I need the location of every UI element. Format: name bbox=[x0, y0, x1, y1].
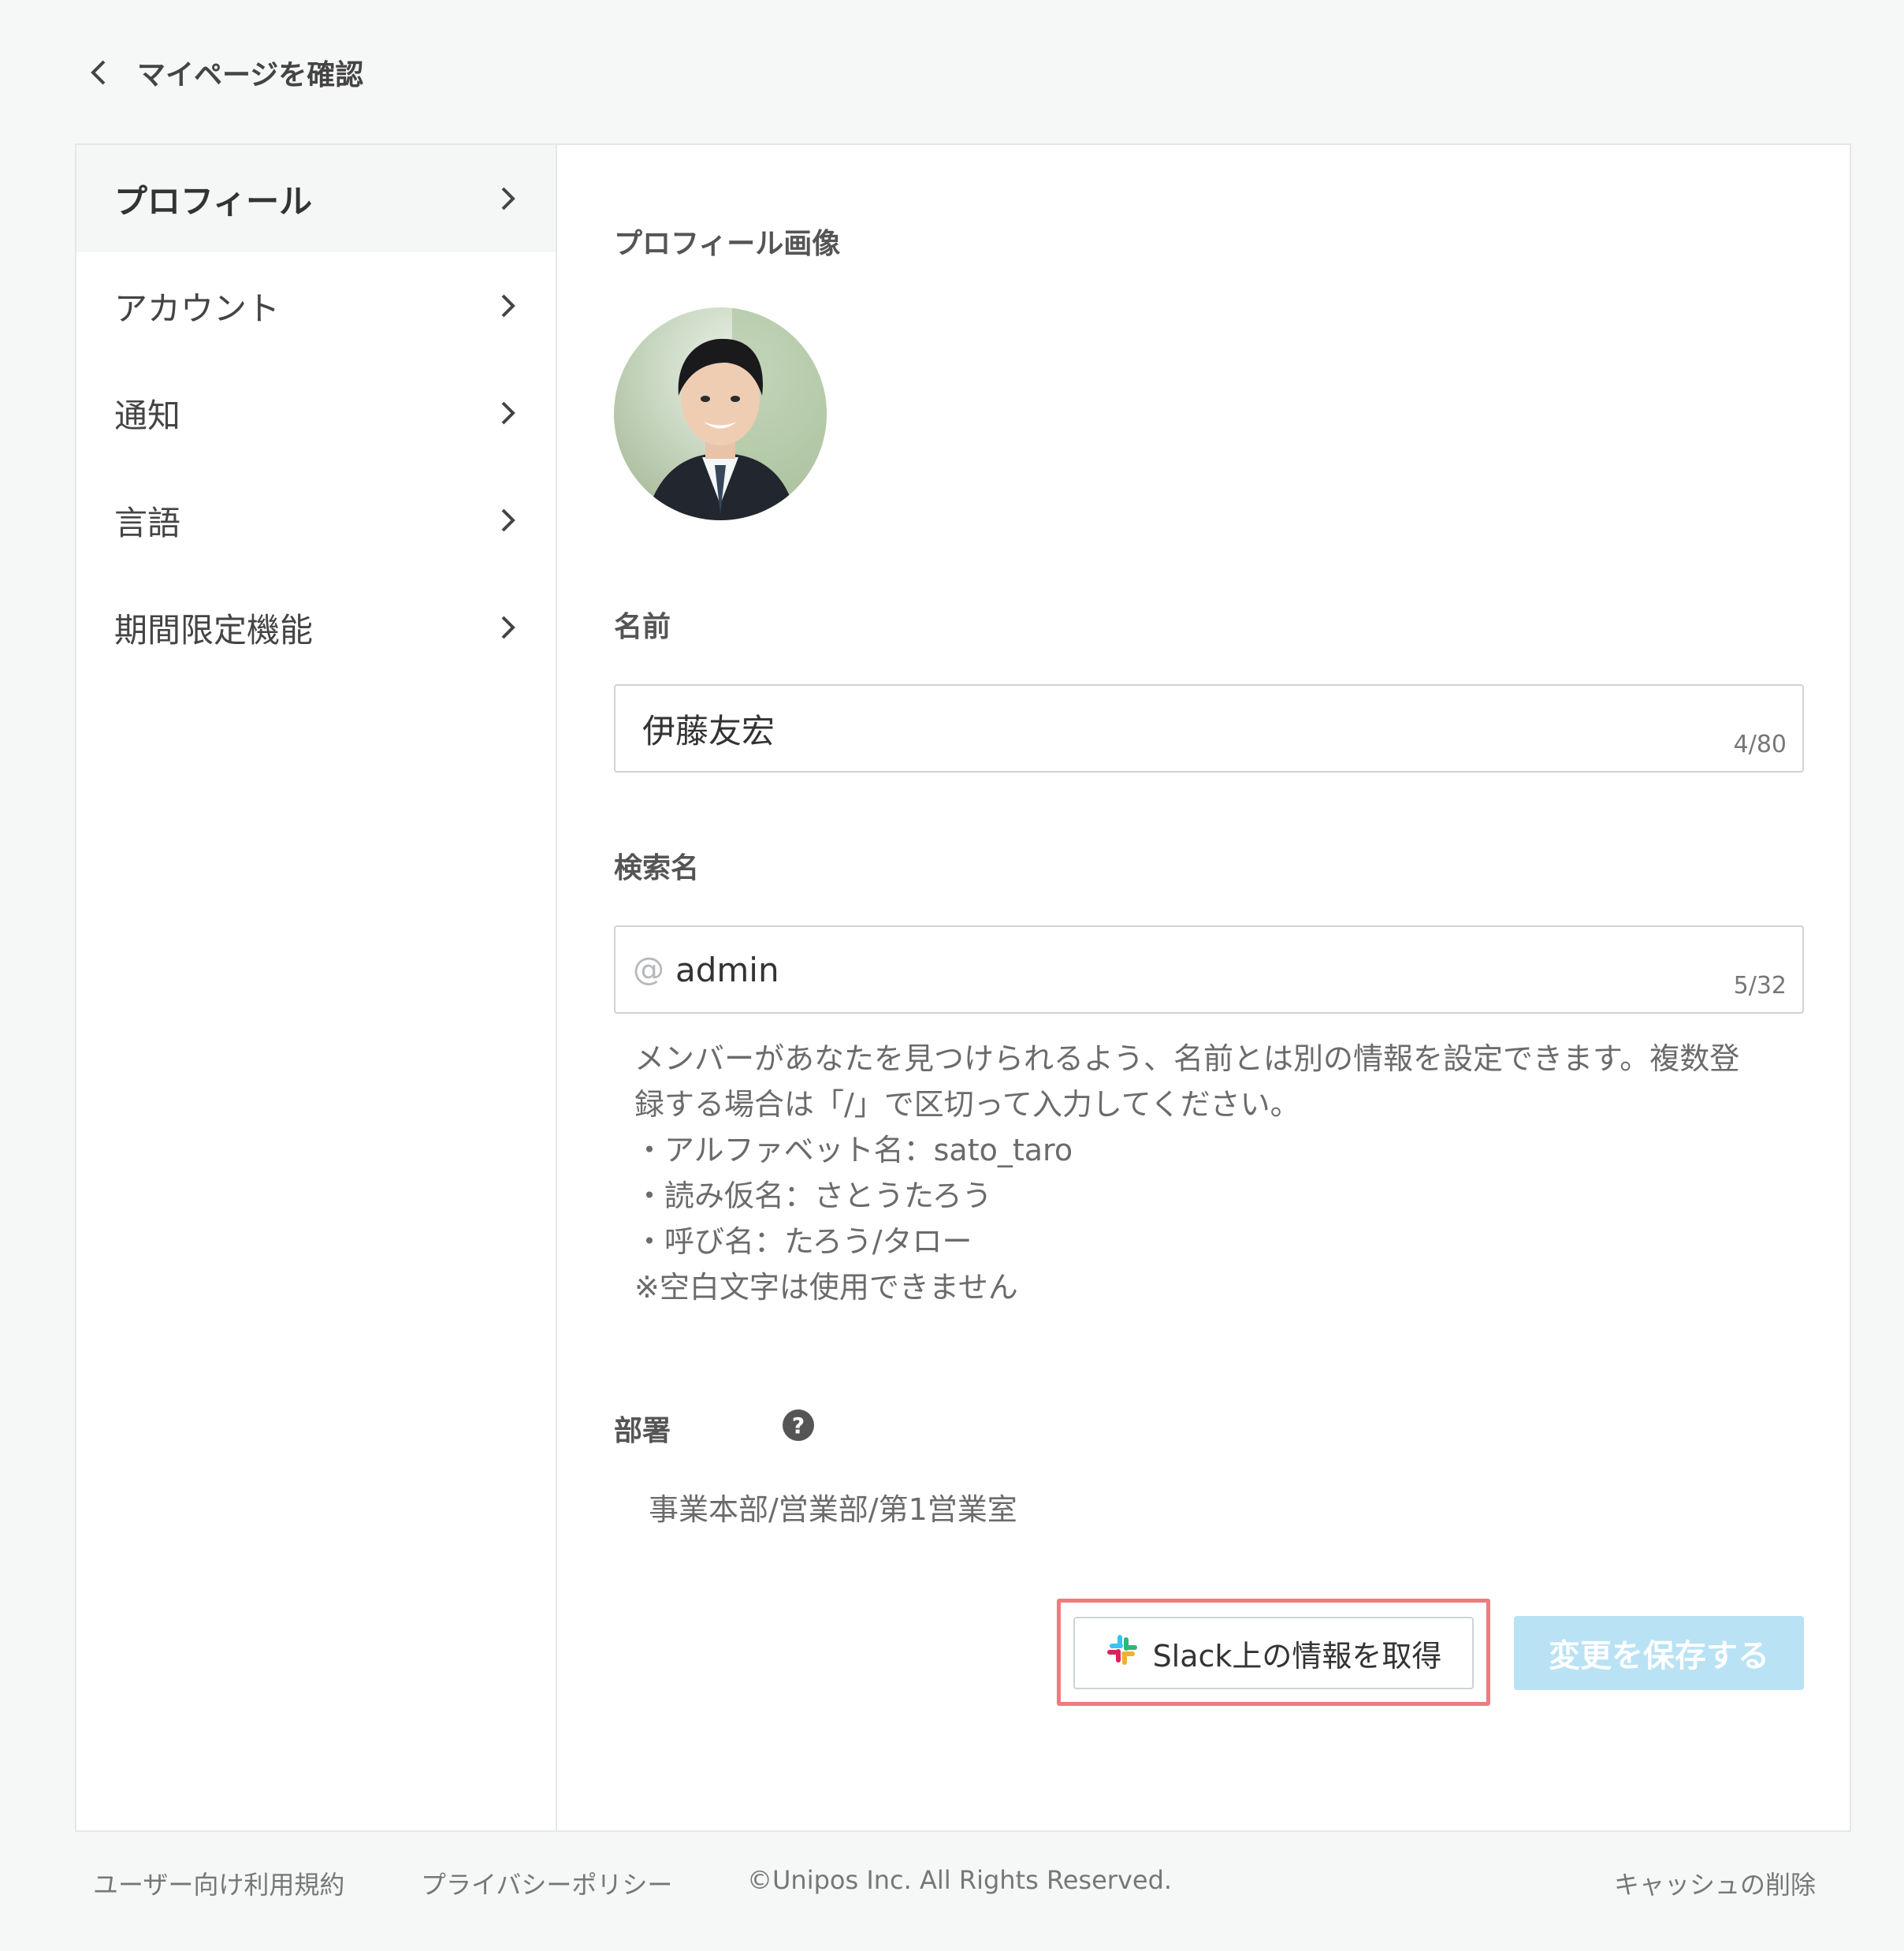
save-changes-button[interactable]: 変更を保存する bbox=[1514, 1616, 1804, 1690]
chevron-right-icon bbox=[493, 612, 524, 643]
help-icon[interactable]: ? bbox=[783, 1409, 814, 1441]
name-label: 名前 bbox=[614, 611, 671, 643]
sidebar-item-label: 言語 bbox=[114, 503, 181, 542]
search-name-input[interactable] bbox=[675, 950, 1776, 989]
back-link-label: マイページを確認 bbox=[137, 59, 364, 91]
name-field: 4/80 bbox=[614, 684, 1804, 773]
settings-card: プロフィール アカウント 通知 言語 期間限定機能 プロフィール画像 名前 伊藤… bbox=[75, 143, 1851, 1832]
sidebar-item-notifications[interactable]: 通知 bbox=[76, 359, 556, 467]
slack-icon bbox=[1106, 1633, 1139, 1674]
settings-sidebar: プロフィール アカウント 通知 言語 期間限定機能 bbox=[76, 145, 557, 1830]
sidebar-item-profile[interactable]: プロフィール bbox=[76, 145, 556, 252]
sidebar-item-label: 期間限定機能 bbox=[114, 610, 314, 650]
profile-form: プロフィール画像 名前 4/80 検索名 @ 5/32 bbox=[614, 145, 1804, 1830]
search-name-label: 検索名 bbox=[614, 852, 700, 884]
profile-image-label: プロフィール画像 bbox=[614, 228, 841, 260]
help-line: ・アルファベット名：sato_taro bbox=[634, 1133, 1073, 1167]
name-input[interactable] bbox=[642, 709, 1776, 748]
sidebar-item-limited-features[interactable]: 期間限定機能 bbox=[76, 574, 556, 681]
help-line: ※空白文字は使用できません bbox=[634, 1270, 1018, 1305]
sidebar-item-language[interactable]: 言語 bbox=[76, 467, 556, 574]
privacy-policy-link[interactable]: プライバシーポリシー bbox=[421, 1865, 672, 1901]
chevron-right-icon bbox=[493, 290, 524, 322]
back-to-mypage-link[interactable]: マイページを確認 bbox=[85, 52, 363, 93]
sidebar-item-label: アカウント bbox=[114, 289, 281, 328]
sidebar-item-account[interactable]: アカウント bbox=[76, 252, 556, 359]
at-sign-prefix: @ bbox=[633, 951, 664, 988]
name-char-counter: 4/80 bbox=[1733, 731, 1787, 758]
chevron-right-icon bbox=[493, 183, 524, 214]
department-label: 部署 bbox=[614, 1415, 671, 1447]
chevron-left-icon bbox=[85, 58, 113, 87]
help-line: ・読み仮名：さとうたろう bbox=[634, 1178, 992, 1213]
clear-cache-link[interactable]: キャッシュの削除 bbox=[1614, 1865, 1816, 1901]
help-line: 録する場合は「/」で区切って入力してください。 bbox=[634, 1087, 1300, 1122]
sidebar-item-label: 通知 bbox=[114, 396, 181, 435]
copyright-text: ©Unipos Inc. All Rights Reserved. bbox=[747, 1865, 1173, 1895]
page-footer: ユーザー向け利用規約 プライバシーポリシー ©Unipos Inc. All R… bbox=[0, 1865, 1904, 1901]
terms-link[interactable]: ユーザー向け利用規約 bbox=[93, 1865, 344, 1901]
sidebar-item-label: プロフィール bbox=[114, 181, 313, 221]
chevron-right-icon bbox=[493, 505, 524, 536]
help-line: ・呼び名：たろう/タロー bbox=[634, 1224, 972, 1259]
chevron-right-icon bbox=[493, 397, 524, 429]
avatar-photo bbox=[645, 307, 827, 520]
search-name-help-text: メンバーがあなたを見つけられるよう、名前とは別の情報を設定できます。複数登 録す… bbox=[634, 1036, 1785, 1310]
search-name-char-counter: 5/32 bbox=[1733, 972, 1787, 1000]
slack-button-label: Slack上の情報を取得 bbox=[1152, 1638, 1442, 1674]
search-name-field: @ 5/32 bbox=[614, 925, 1804, 1014]
avatar[interactable] bbox=[614, 307, 827, 520]
fetch-slack-info-button[interactable]: Slack上の情報を取得 bbox=[1073, 1617, 1474, 1689]
department-value: 事業本部/営業部/第1営業室 bbox=[649, 1492, 1017, 1527]
help-line: メンバーがあなたを見つけられるよう、名前とは別の情報を設定できます。複数登 bbox=[634, 1041, 1740, 1076]
